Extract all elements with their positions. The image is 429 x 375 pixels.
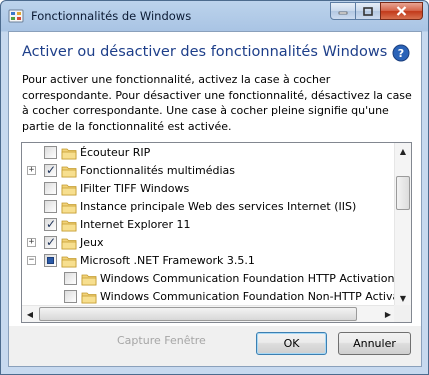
vertical-scrollbar[interactable]: ▲ ▼: [394, 143, 411, 306]
feature-label: Fonctionnalités multimédias: [80, 164, 235, 177]
feature-label: Windows Communication Foundation HTTP Ac…: [100, 272, 395, 285]
folder-icon: [61, 238, 77, 250]
scrollbar-corner: [394, 305, 411, 322]
features-list: Écouteur RIP + ✓ Fonctionnalités multimédia…: [22, 143, 396, 306]
dialog-client: Activer ou désactiver des fonctionnalité…: [8, 31, 422, 367]
ok-button[interactable]: OK: [256, 332, 327, 355]
expand-icon[interactable]: +: [27, 166, 36, 175]
feature-label: Instance principale Web des services Int…: [80, 200, 357, 213]
feature-row[interactable]: Windows Communication Foundation Non-HTT…: [22, 288, 396, 306]
scroll-up-arrow-icon[interactable]: ▲: [395, 143, 411, 159]
folder-icon: [61, 202, 77, 214]
horizontal-scrollbar[interactable]: ◀ ▶: [22, 305, 396, 322]
feature-label: Internet Explorer 11: [80, 218, 191, 231]
partial-check-icon: [47, 257, 54, 264]
feature-row[interactable]: IFilter TIFF Windows: [22, 180, 396, 198]
feature-row[interactable]: + ✓ Fonctionnalités multimédias: [22, 162, 396, 180]
feature-checkbox[interactable]: ✓: [44, 164, 57, 177]
features-tree[interactable]: Écouteur RIP + ✓ Fonctionnalités multimédia…: [21, 142, 412, 323]
feature-row[interactable]: Écouteur RIP: [22, 144, 396, 162]
feature-checkbox[interactable]: [64, 290, 77, 303]
feature-row[interactable]: − Microsoft .NET Framework 3.5.1: [22, 252, 396, 270]
folder-icon: [61, 166, 77, 178]
folder-icon: [61, 184, 77, 196]
folder-icon: [81, 292, 97, 304]
feature-label: Écouteur RIP: [80, 146, 151, 159]
feature-checkbox[interactable]: [44, 254, 57, 267]
checkmark-icon: ✓: [46, 163, 57, 177]
feature-row[interactable]: Windows Communication Foundation HTTP Ac…: [22, 270, 396, 288]
help-icon[interactable]: ?: [392, 44, 410, 62]
dialog-heading: Activer ou désactiver des fonctionnalité…: [22, 44, 388, 60]
feature-row[interactable]: Instance principale Web des services Int…: [22, 198, 396, 216]
feature-row[interactable]: + ✓ Jeux: [22, 234, 396, 252]
capture-window-text: Capture Fenêtre: [117, 334, 206, 347]
checkmark-icon: ✓: [46, 217, 57, 231]
windows-features-icon: [8, 9, 24, 23]
maximize-icon: [363, 6, 373, 16]
dialog-description: Pour activer une fonctionnalité, activez…: [22, 73, 412, 133]
window-title: Fonctionnalités de Windows: [31, 9, 192, 23]
windows-features-dialog: Fonctionnalités de Windows Activer ou dé…: [0, 0, 429, 375]
folder-icon: [81, 274, 97, 286]
checkmark-icon: ✓: [46, 235, 57, 249]
close-icon: [396, 6, 407, 16]
maximize-button[interactable]: [355, 2, 381, 20]
svg-text:?: ?: [398, 47, 404, 60]
vertical-scroll-thumb[interactable]: [396, 176, 410, 210]
feature-label: IFilter TIFF Windows: [80, 182, 190, 195]
cancel-button[interactable]: Annuler: [338, 332, 411, 355]
feature-checkbox[interactable]: [44, 146, 57, 159]
feature-checkbox[interactable]: ✓: [44, 236, 57, 249]
folder-icon: [61, 148, 77, 160]
collapse-icon[interactable]: −: [27, 256, 36, 265]
feature-label: Windows Communication Foundation Non-HTT…: [100, 290, 396, 303]
feature-label: Microsoft .NET Framework 3.5.1: [80, 254, 255, 267]
folder-icon: [61, 256, 77, 268]
folder-icon: [61, 220, 77, 232]
feature-row[interactable]: ✓ Internet Explorer 11: [22, 216, 396, 234]
horizontal-scroll-thumb[interactable]: [39, 307, 357, 321]
feature-checkbox[interactable]: ✓: [44, 218, 57, 231]
feature-checkbox[interactable]: [44, 182, 57, 195]
scroll-left-arrow-icon[interactable]: ◀: [22, 306, 38, 322]
scroll-down-arrow-icon[interactable]: ▼: [395, 290, 411, 306]
feature-checkbox[interactable]: [44, 200, 57, 213]
feature-label: Jeux: [80, 236, 104, 249]
expand-icon[interactable]: +: [27, 238, 36, 247]
close-button[interactable]: [380, 2, 423, 20]
title-bar[interactable]: Fonctionnalités de Windows: [1, 1, 428, 31]
feature-checkbox[interactable]: [64, 272, 77, 285]
content-area: Activer ou désactiver des fonctionnalité…: [9, 32, 421, 326]
minimize-button[interactable]: [330, 2, 356, 20]
caption-buttons: [330, 2, 423, 20]
minimize-icon: [338, 11, 348, 15]
